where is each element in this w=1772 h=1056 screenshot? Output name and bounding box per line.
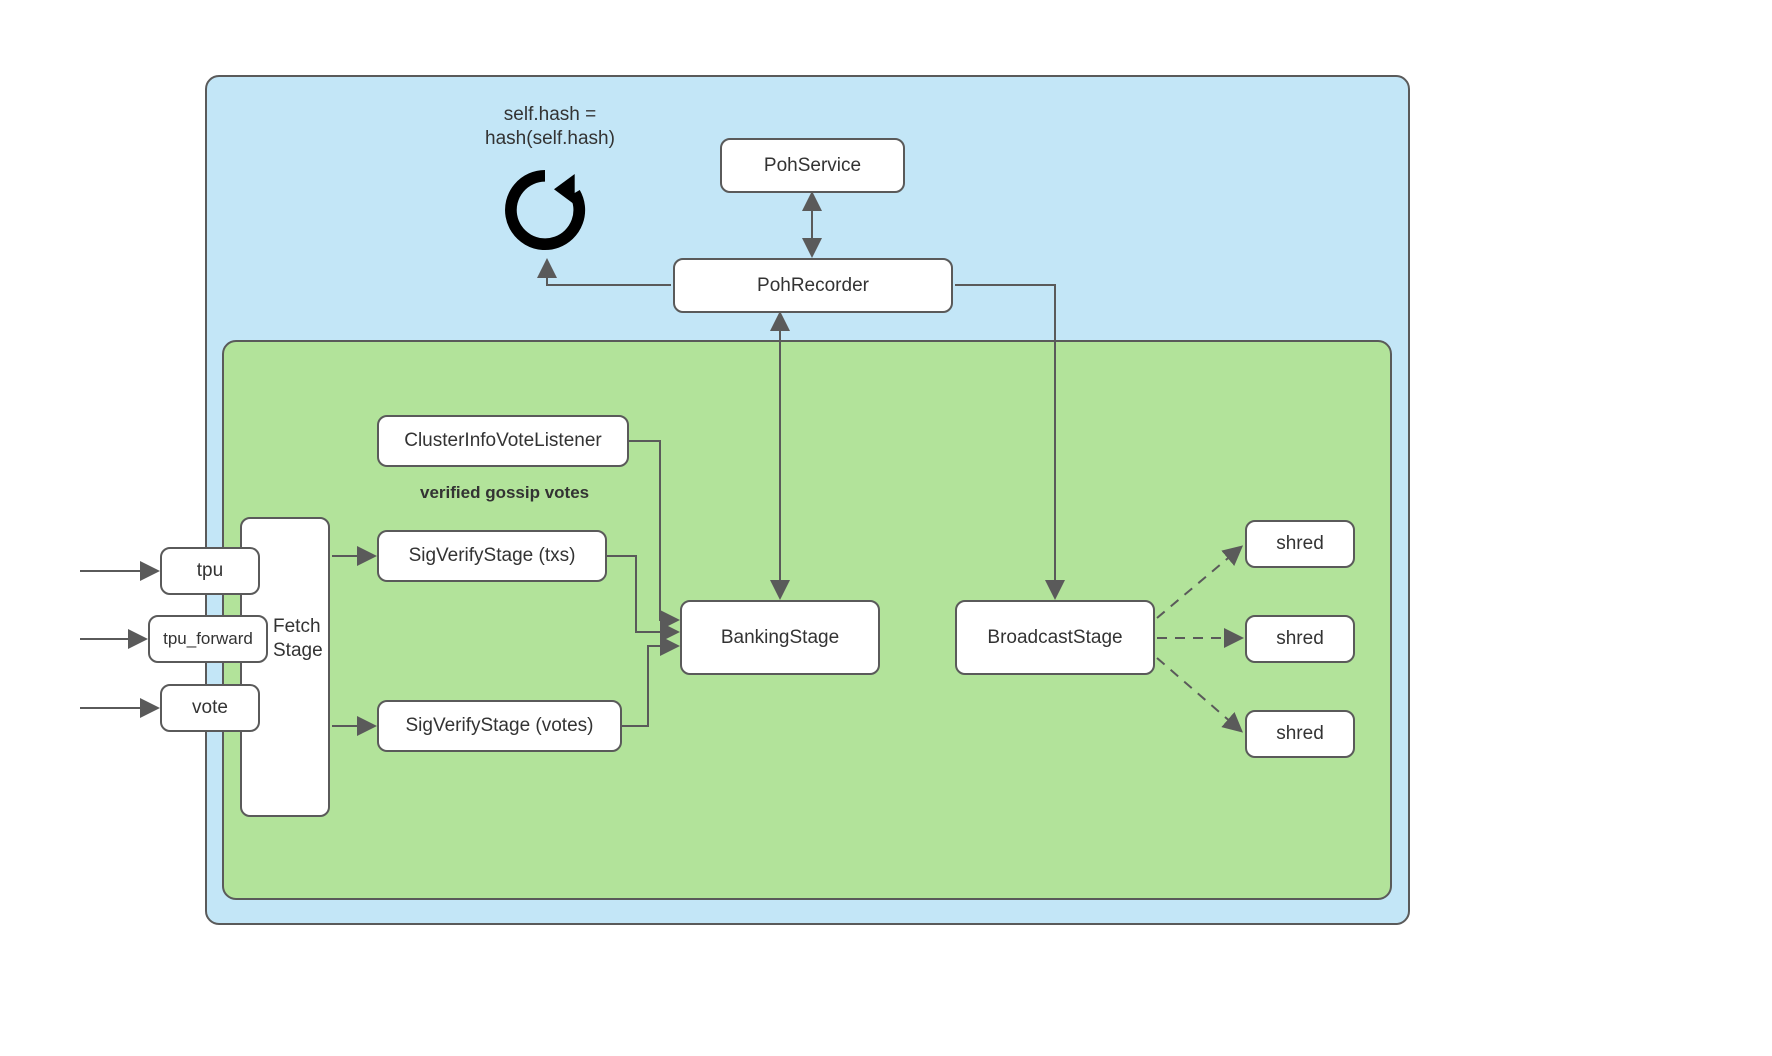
shred-node-3: shred <box>1245 710 1355 758</box>
banking-stage-node: BankingStage <box>680 600 880 675</box>
hash-loop-label: self.hash = hash(self.hash) <box>450 103 650 151</box>
fetch-stage-label: Fetch Stage <box>273 615 323 663</box>
tpu-input-node: tpu <box>160 547 260 595</box>
cycle-icon <box>500 165 590 255</box>
sigverify-txs-node: SigVerifyStage (txs) <box>377 530 607 582</box>
shred-node-2: shred <box>1245 615 1355 663</box>
broadcast-stage-node: BroadcastStage <box>955 600 1155 675</box>
sigverify-votes-node: SigVerifyStage (votes) <box>377 700 622 752</box>
vote-input-node: vote <box>160 684 260 732</box>
tpu-forward-input-node: tpu_forward <box>148 615 268 663</box>
poh-service-node: PohService <box>720 138 905 193</box>
diagram-root: self.hash = hash(self.hash) PohService P… <box>0 0 1772 1056</box>
poh-recorder-node: PohRecorder <box>673 258 953 313</box>
gossip-votes-label: verified gossip votes <box>420 482 589 503</box>
cluster-info-vote-listener-node: ClusterInfoVoteListener <box>377 415 629 467</box>
shred-node-1: shred <box>1245 520 1355 568</box>
